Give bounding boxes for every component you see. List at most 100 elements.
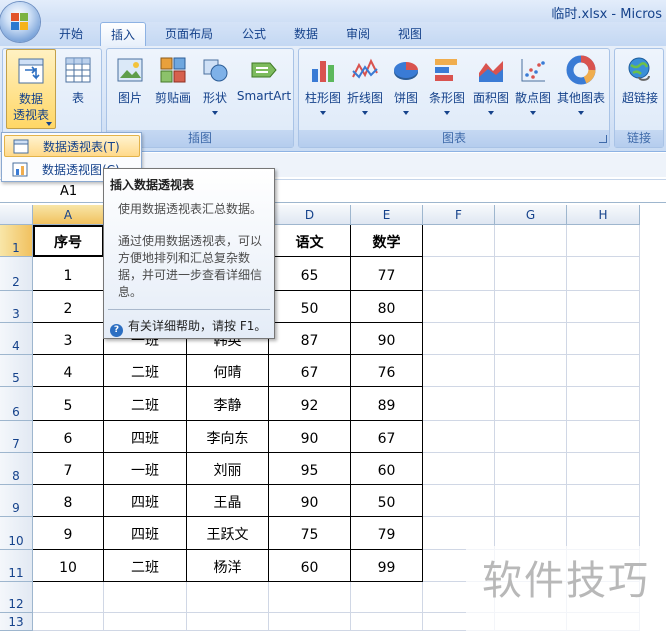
cell-a9[interactable]: 8 [33,485,104,517]
column-header-e[interactable]: E [351,205,423,225]
cell-g3[interactable] [495,291,567,323]
cell-d12[interactable] [269,582,351,613]
row-header-7[interactable]: 7 [0,421,33,453]
cell-h7[interactable] [567,421,640,453]
cell-e8[interactable]: 60 [351,453,423,485]
cell-a6[interactable]: 5 [33,387,104,421]
cell-a12[interactable] [33,582,104,613]
cell-g2[interactable] [495,257,567,291]
tab-home[interactable]: 开始 [46,22,96,46]
cell-d6[interactable]: 92 [269,387,351,421]
row-header-10[interactable]: 10 [0,517,33,550]
table-button[interactable]: 表 [58,49,98,129]
cell-g4[interactable] [495,323,567,355]
office-button[interactable] [0,2,40,42]
tab-review[interactable]: 审阅 [336,22,380,46]
tab-insert[interactable]: 插入 [100,22,146,46]
cell-g6[interactable] [495,387,567,421]
cell-g8[interactable] [495,453,567,485]
area-chart-button[interactable]: 面积图 [470,49,512,129]
cell-e7[interactable]: 67 [351,421,423,453]
cell-f6[interactable] [423,387,495,421]
cell-d5[interactable]: 67 [269,355,351,387]
menu-item-pivot-table[interactable]: 数据透视表(T) [4,135,140,157]
row-header-8[interactable]: 8 [0,453,33,485]
cell-c9[interactable]: 王晶 [187,485,269,517]
tab-formulas[interactable]: 公式 [232,22,276,46]
cell-b5[interactable]: 二班 [104,355,187,387]
column-header-a[interactable]: A [33,205,104,225]
cell-b10[interactable]: 四班 [104,517,187,550]
cell-d4[interactable]: 87 [269,323,351,355]
cell-h8[interactable] [567,453,640,485]
column-header-f[interactable]: F [423,205,495,225]
cell-f2[interactable] [423,257,495,291]
pie-chart-button[interactable]: 饼图 [388,49,424,129]
tab-view[interactable]: 视图 [388,22,432,46]
cell-f9[interactable] [423,485,495,517]
cell-e12[interactable] [351,582,423,613]
clipart-button[interactable]: 剪贴画 [151,49,195,129]
cell-h4[interactable] [567,323,640,355]
cell-g5[interactable] [495,355,567,387]
cell-d9[interactable]: 90 [269,485,351,517]
cell-e11[interactable]: 99 [351,550,423,582]
picture-button[interactable]: 图片 [111,49,149,129]
name-box[interactable]: A1 [0,180,104,202]
row-header-3[interactable]: 3 [0,291,33,323]
cell-f1[interactable] [423,225,495,257]
cell-b6[interactable]: 二班 [104,387,187,421]
row-header-2[interactable]: 2 [0,257,33,291]
cell-c13[interactable] [187,613,269,631]
hyperlink-button[interactable]: 超链接 [617,49,663,129]
cell-a11[interactable]: 10 [33,550,104,582]
cell-c11[interactable]: 杨洋 [187,550,269,582]
cell-e6[interactable]: 89 [351,387,423,421]
column-header-h[interactable]: H [567,205,640,225]
smartart-button[interactable]: SmartArt [235,49,293,129]
cell-d2[interactable]: 65 [269,257,351,291]
cell-f7[interactable] [423,421,495,453]
cell-a7[interactable]: 6 [33,421,104,453]
row-header-4[interactable]: 4 [0,323,33,355]
cell-a13[interactable] [33,613,104,631]
cell-e3[interactable]: 80 [351,291,423,323]
cell-c10[interactable]: 王跃文 [187,517,269,550]
cell-e10[interactable]: 79 [351,517,423,550]
cell-e9[interactable]: 50 [351,485,423,517]
bar-chart-button[interactable]: 条形图 [426,49,468,129]
cell-h5[interactable] [567,355,640,387]
shapes-button[interactable]: 形状 [197,49,233,129]
row-header-9[interactable]: 9 [0,485,33,517]
cell-d1[interactable]: 语文 [269,225,351,257]
row-header-1[interactable]: 1 [0,225,33,257]
cell-a10[interactable]: 9 [33,517,104,550]
cell-a2[interactable]: 1 [33,257,104,291]
cell-f4[interactable] [423,323,495,355]
cell-g9[interactable] [495,485,567,517]
cell-c7[interactable]: 李向东 [187,421,269,453]
cell-b11[interactable]: 二班 [104,550,187,582]
row-header-6[interactable]: 6 [0,387,33,421]
column-header-d[interactable]: D [269,205,351,225]
cell-a4[interactable]: 3 [33,323,104,355]
row-header-13[interactable]: 13 [0,613,33,631]
cell-d7[interactable]: 90 [269,421,351,453]
cell-a3[interactable]: 2 [33,291,104,323]
cell-e2[interactable]: 77 [351,257,423,291]
cell-e5[interactable]: 76 [351,355,423,387]
cell-f3[interactable] [423,291,495,323]
cell-b9[interactable]: 四班 [104,485,187,517]
cell-f5[interactable] [423,355,495,387]
cell-c6[interactable]: 李静 [187,387,269,421]
column-header-g[interactable]: G [495,205,567,225]
select-all-corner[interactable] [0,205,33,225]
cell-a5[interactable]: 4 [33,355,104,387]
cell-b7[interactable]: 四班 [104,421,187,453]
cell-g7[interactable] [495,421,567,453]
row-header-11[interactable]: 11 [0,550,33,582]
cell-h9[interactable] [567,485,640,517]
line-chart-button[interactable]: 折线图 [344,49,386,129]
cell-c8[interactable]: 刘丽 [187,453,269,485]
cell-g1[interactable] [495,225,567,257]
